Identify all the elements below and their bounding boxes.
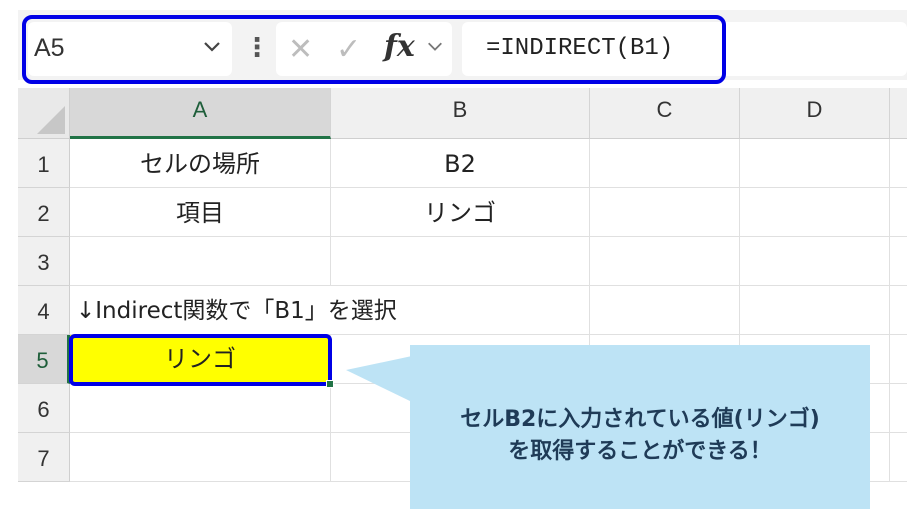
name-box-value: A5	[34, 34, 65, 62]
formula-buttons: ✕ ✓ fx	[276, 22, 452, 76]
column-header-e[interactable]	[890, 88, 907, 139]
column-header-a[interactable]: A	[70, 88, 331, 139]
cell-d2[interactable]	[740, 188, 890, 237]
cell-c3[interactable]	[590, 237, 740, 286]
cell-d1[interactable]	[740, 139, 890, 188]
callout-line-2: を取得することができる！	[508, 439, 772, 464]
more-options-icon[interactable]: ⋮	[244, 30, 270, 70]
formula-input[interactable]: =INDIRECT(B1)	[462, 22, 907, 76]
cell-a4[interactable]: ↓Indirect関数で「B1」を選択	[70, 286, 397, 335]
chevron-down-icon[interactable]	[202, 36, 222, 61]
cell-e6[interactable]	[890, 384, 907, 433]
select-all-triangle-icon	[37, 106, 65, 134]
cell-b3[interactable]	[331, 237, 590, 286]
cell-d4[interactable]	[740, 286, 890, 335]
column-header-d[interactable]: D	[740, 88, 890, 139]
cell-e2[interactable]	[890, 188, 907, 237]
row-header-2[interactable]: 2	[18, 188, 70, 237]
row-header-6[interactable]: 6	[18, 384, 70, 433]
cell-e4[interactable]	[890, 286, 907, 335]
row-header-4[interactable]: 4	[18, 286, 70, 335]
cell-a5[interactable]: リンゴ	[70, 335, 331, 384]
row-header-7[interactable]: 7	[18, 433, 70, 482]
cell-e7[interactable]	[890, 433, 907, 482]
formula-bar-area: A5 ⋮ ✕ ✓ fx =INDIRECT(B1)	[0, 0, 907, 88]
cell-a7[interactable]	[70, 433, 331, 482]
row-header-5[interactable]: 5	[18, 335, 70, 384]
cell-c4[interactable]	[590, 286, 740, 335]
cancel-icon[interactable]: ✕	[288, 32, 313, 67]
enter-icon[interactable]: ✓	[336, 32, 361, 67]
cell-a6[interactable]	[70, 384, 331, 433]
select-all-button[interactable]	[18, 88, 70, 139]
cell-b2[interactable]: リンゴ	[331, 188, 590, 237]
cell-a3[interactable]	[70, 237, 331, 286]
callout-line-1: セルB2に入力されている値(リンゴ)	[460, 407, 820, 432]
cell-e5[interactable]	[890, 335, 907, 384]
row-header-1[interactable]: 1	[18, 139, 70, 188]
cell-e3[interactable]	[890, 237, 907, 286]
cell-c2[interactable]	[590, 188, 740, 237]
cell-a1[interactable]: セルの場所	[70, 139, 331, 188]
cell-c1[interactable]	[590, 139, 740, 188]
cell-e1[interactable]	[890, 139, 907, 188]
column-header-c[interactable]: C	[590, 88, 740, 139]
explanation-callout: セルB2に入力されている値(リンゴ) を取得することができる！	[410, 345, 870, 509]
cell-b1[interactable]: B2	[331, 139, 590, 188]
cell-d3[interactable]	[740, 237, 890, 286]
insert-function-button[interactable]: fx	[384, 29, 415, 64]
row-header-3[interactable]: 3	[18, 237, 70, 286]
chevron-down-icon[interactable]	[426, 36, 444, 60]
column-header-b[interactable]: B	[331, 88, 590, 139]
fill-handle[interactable]	[326, 380, 334, 388]
formula-text: =INDIRECT(B1)	[486, 35, 674, 62]
cell-a2[interactable]: 項目	[70, 188, 331, 237]
name-box[interactable]: A5	[28, 22, 232, 76]
